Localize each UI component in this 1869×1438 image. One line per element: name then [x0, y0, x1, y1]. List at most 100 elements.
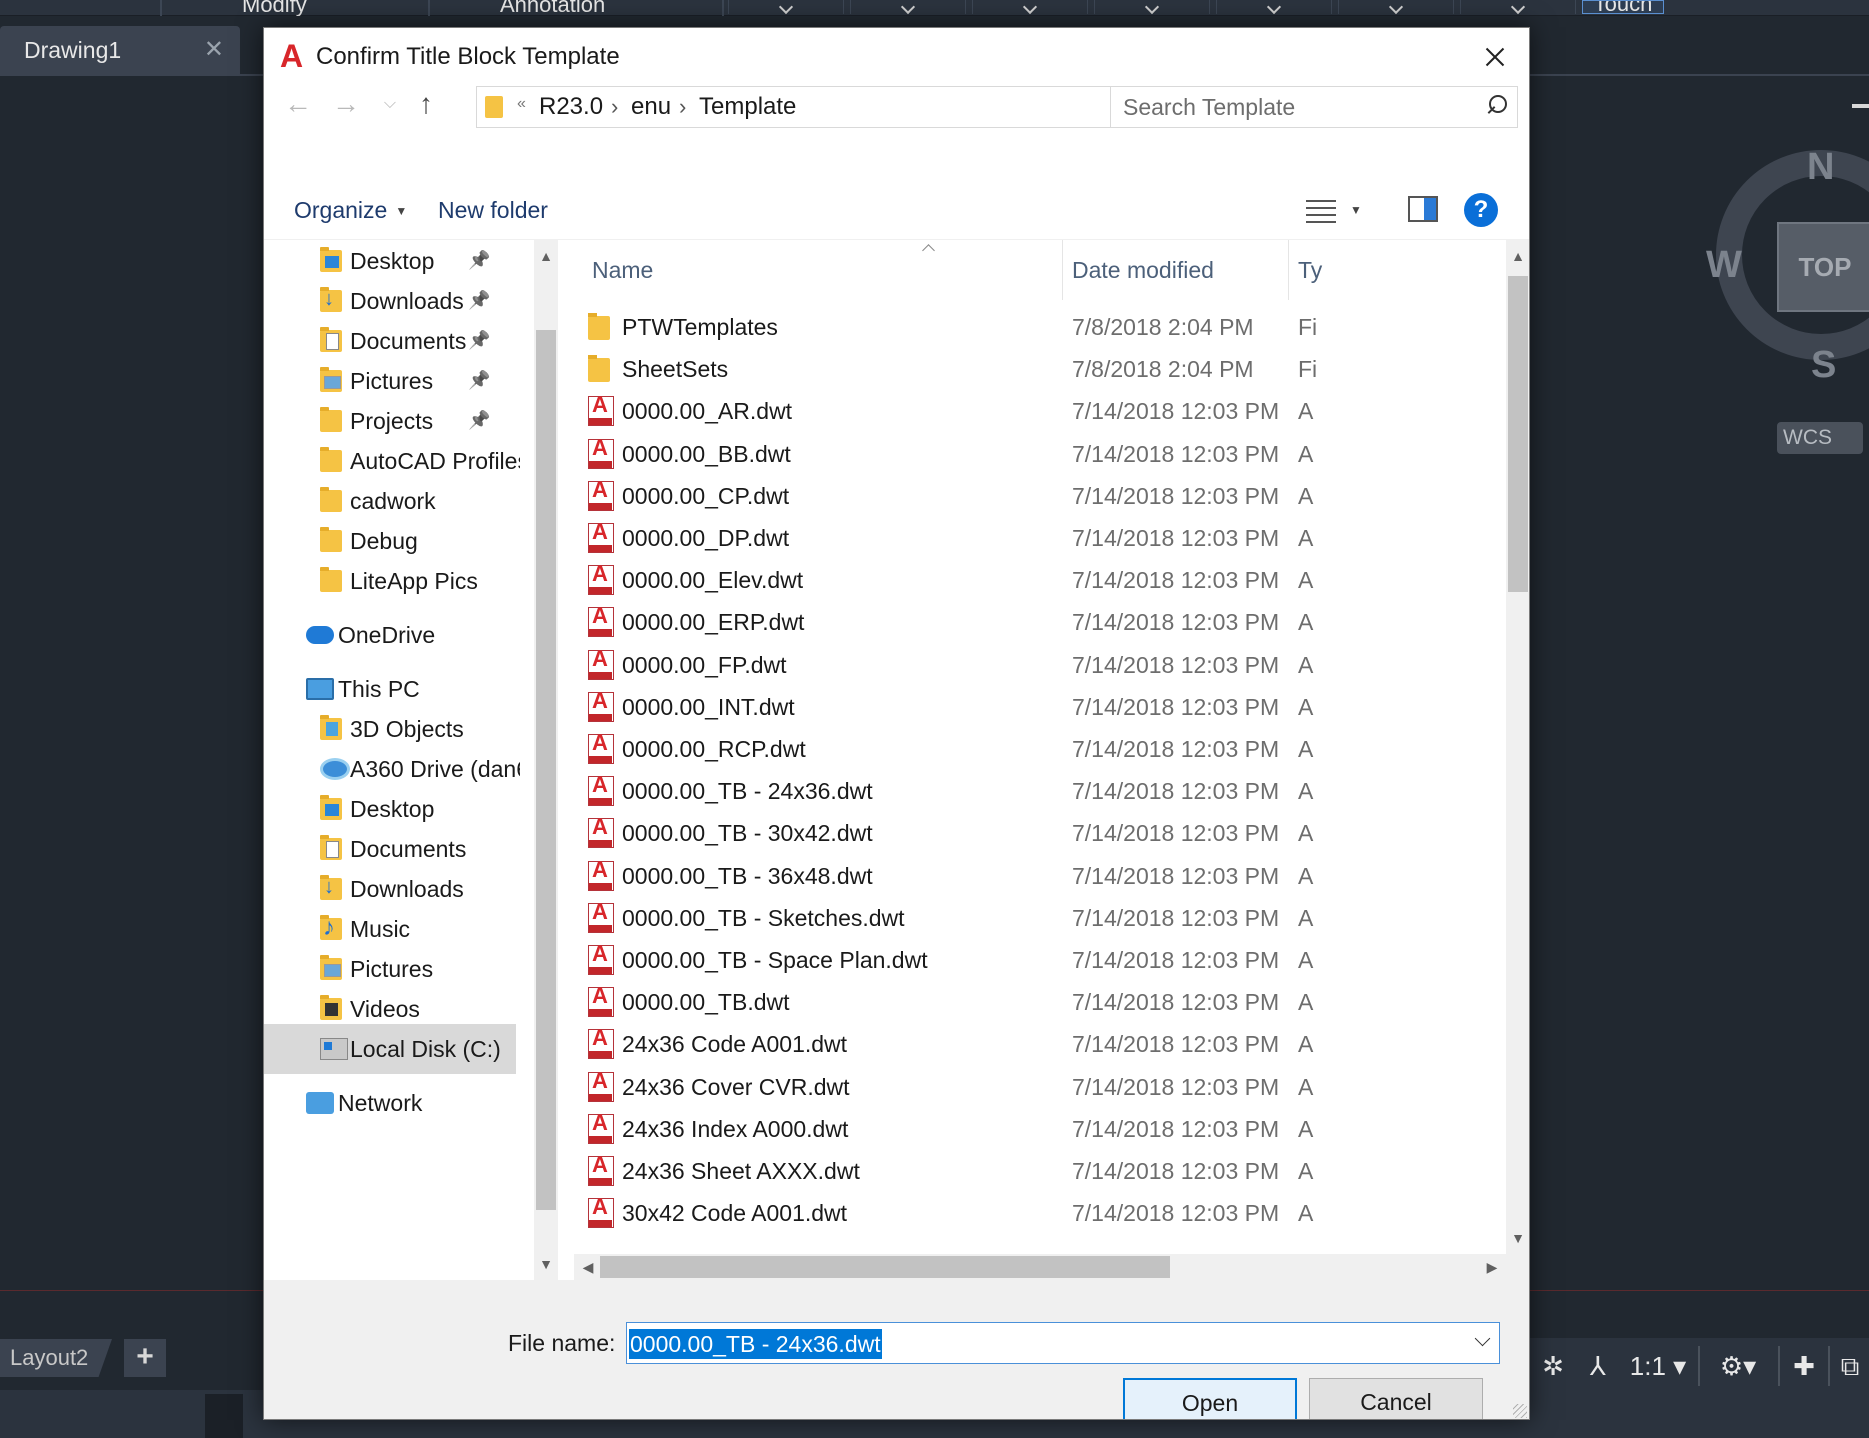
- ribbon-dropdown-button[interactable]: [1216, 0, 1332, 14]
- ribbon-group-annotation[interactable]: Annotation: [500, 0, 605, 16]
- sidebar-item-liteapp-pics[interactable]: LiteApp Pics: [264, 556, 516, 606]
- pin-icon[interactable]: 📌: [468, 370, 490, 392]
- add-layout-button[interactable]: +: [124, 1339, 166, 1377]
- table-row[interactable]: 0000.00_TB - Sketches.dwt 7/14/2018 12:03…: [574, 897, 1506, 939]
- table-row[interactable]: 0000.00_TB - 24x36.dwt 7/14/2018 12:03 PM…: [574, 770, 1506, 812]
- scroll-left-arrow-icon[interactable]: ◀: [576, 1255, 600, 1279]
- table-row[interactable]: 0000.00_Elev.dwt 7/14/2018 12:03 PM A: [574, 559, 1506, 601]
- viewcube-top-face[interactable]: TOP: [1777, 222, 1869, 312]
- breadcrumb-r23[interactable]: R23.0: [539, 87, 603, 127]
- recent-locations-chevron-icon[interactable]: ⌵: [372, 86, 408, 122]
- table-row[interactable]: 0000.00_DP.dwt 7/14/2018 12:03 PM A: [574, 517, 1506, 559]
- isolate-objects-icon[interactable]: ⧉: [1830, 1338, 1869, 1394]
- tab-layout2[interactable]: Layout2: [0, 1339, 112, 1377]
- new-folder-button[interactable]: New folder: [438, 180, 548, 240]
- table-row[interactable]: 24x36 Code A001.dwt 7/14/2018 12:03 PM A: [574, 1023, 1506, 1065]
- plus-icon[interactable]: ✚: [1782, 1338, 1826, 1394]
- dialog-close-button[interactable]: [1459, 28, 1529, 86]
- file-name-dropdown-icon[interactable]: [1469, 1323, 1499, 1363]
- resize-grip-icon[interactable]: [1513, 1404, 1527, 1418]
- touch-button[interactable]: Touch: [1582, 0, 1664, 14]
- document-tab-drawing1[interactable]: Drawing1 ✕: [0, 26, 240, 74]
- scroll-up-arrow-icon[interactable]: ▲: [534, 244, 558, 268]
- breadcrumb-overflow-icon[interactable]: «: [517, 95, 526, 113]
- search-icon[interactable]: [1485, 95, 1507, 117]
- table-row[interactable]: 0000.00_AR.dwt 7/14/2018 12:03 PM A: [574, 390, 1506, 432]
- help-icon[interactable]: ?: [1464, 193, 1498, 227]
- ribbon-dropdown-button[interactable]: [972, 0, 1088, 14]
- scroll-up-arrow-icon[interactable]: ▲: [1506, 244, 1529, 268]
- pin-icon[interactable]: 📌: [468, 250, 490, 272]
- table-row[interactable]: 0000.00_INT.dwt 7/14/2018 12:03 PM A: [574, 686, 1506, 728]
- table-row[interactable]: 24x36 Cover CVR.dwt 7/14/2018 12:03 PM A: [574, 1066, 1506, 1108]
- file-name-input[interactable]: 0000.00_TB - 24x36.dwt: [626, 1322, 1500, 1364]
- wcs-dropdown[interactable]: WCS: [1777, 422, 1863, 454]
- breadcrumb-chevron-icon[interactable]: ›: [679, 87, 686, 127]
- table-row[interactable]: 0000.00_TB.dwt 7/14/2018 12:03 PM A: [574, 981, 1506, 1023]
- table-row[interactable]: 0000.00_FP.dwt 7/14/2018 12:03 PM A: [574, 644, 1506, 686]
- sidebar-item-local-disk-c[interactable]: Local Disk (C:): [264, 1024, 516, 1074]
- table-row[interactable]: SheetSets 7/8/2018 2:04 PM Fi: [574, 348, 1506, 390]
- sidebar-item-network[interactable]: Network: [264, 1078, 516, 1128]
- scroll-down-arrow-icon[interactable]: ▼: [534, 1252, 558, 1276]
- scroll-right-arrow-icon[interactable]: ▶: [1480, 1255, 1504, 1279]
- table-row[interactable]: 0000.00_CP.dwt 7/14/2018 12:03 PM A: [574, 475, 1506, 517]
- scrollbar-thumb[interactable]: [600, 1256, 1170, 1278]
- viewcube-north[interactable]: N: [1807, 146, 1834, 189]
- column-divider[interactable]: [1062, 240, 1063, 300]
- column-divider[interactable]: [1288, 240, 1289, 300]
- close-icon[interactable]: ✕: [204, 26, 224, 74]
- ribbon-dropdown-button[interactable]: [850, 0, 966, 14]
- table-row[interactable]: 0000.00_TB - Space Plan.dwt 7/14/2018 12:…: [574, 939, 1506, 981]
- ribbon-dropdown-button[interactable]: [728, 0, 844, 14]
- minimize-dash-icon[interactable]: [1852, 104, 1869, 108]
- annotation-scale-dropdown[interactable]: 1:1 ▾: [1622, 1338, 1694, 1394]
- table-row[interactable]: 0000.00_RCP.dwt 7/14/2018 12:03 PM A: [574, 728, 1506, 770]
- file-list-horizontal-scrollbar[interactable]: ◀ ▶: [574, 1254, 1529, 1280]
- viewcube-south[interactable]: S: [1811, 344, 1836, 387]
- table-row[interactable]: 0000.00_TB - 30x42.dwt 7/14/2018 12:03 PM…: [574, 812, 1506, 854]
- up-arrow-icon[interactable]: ↑: [408, 86, 444, 122]
- search-input[interactable]: Search Template: [1110, 86, 1518, 128]
- cancel-button[interactable]: Cancel: [1309, 1378, 1483, 1419]
- ribbon-dropdown-button[interactable]: [1338, 0, 1454, 14]
- pin-icon[interactable]: 📌: [468, 410, 490, 432]
- sidebar-item-onedrive[interactable]: OneDrive: [264, 610, 516, 660]
- pane-splitter[interactable]: [558, 240, 574, 1280]
- breadcrumb-enu[interactable]: enu: [631, 87, 671, 127]
- scrollbar-thumb[interactable]: [536, 330, 556, 1210]
- forward-arrow-icon[interactable]: →: [328, 86, 364, 122]
- ribbon-group-modify[interactable]: Modify: [242, 0, 307, 16]
- column-type[interactable]: Ty: [1298, 240, 1322, 300]
- change-view-icon[interactable]: [1306, 198, 1336, 224]
- table-row[interactable]: 0000.00_BB.dwt 7/14/2018 12:03 PM A: [574, 433, 1506, 475]
- navigation-scrollbar[interactable]: ▲ ▼: [534, 240, 558, 1280]
- open-button[interactable]: Open: [1123, 1378, 1297, 1419]
- annotation-autoscale-icon[interactable]: ⅄: [1576, 1338, 1620, 1394]
- table-row[interactable]: 30x42 Code A001.dwt 7/14/2018 12:03 PM A: [574, 1192, 1506, 1234]
- breadcrumb-template[interactable]: Template: [699, 87, 796, 127]
- table-row[interactable]: 0000.00_TB - 36x48.dwt 7/14/2018 12:03 PM…: [574, 855, 1506, 897]
- scrollbar-thumb[interactable]: [1508, 276, 1528, 592]
- ribbon-dropdown-button[interactable]: [1094, 0, 1210, 14]
- preview-pane-icon[interactable]: [1408, 196, 1438, 222]
- view-dropdown-icon[interactable]: ▼: [1350, 180, 1362, 240]
- scroll-down-arrow-icon[interactable]: ▼: [1506, 1226, 1529, 1250]
- organize-button[interactable]: Organize ▼: [294, 180, 407, 240]
- pin-icon[interactable]: 📌: [468, 290, 490, 312]
- back-arrow-icon[interactable]: ←: [280, 86, 316, 122]
- table-row[interactable]: 24x36 Sheet AXXX.dwt 7/14/2018 12:03 PM A: [574, 1150, 1506, 1192]
- column-name[interactable]: Name: [592, 240, 653, 300]
- breadcrumb-chevron-icon[interactable]: ›: [611, 87, 618, 127]
- table-row[interactable]: PTWTemplates 7/8/2018 2:04 PM Fi: [574, 306, 1506, 348]
- annotation-visibility-icon[interactable]: ✲: [1530, 1338, 1576, 1394]
- table-row[interactable]: 0000.00_ERP.dwt 7/14/2018 12:03 PM A: [574, 601, 1506, 643]
- ribbon-dropdown-button[interactable]: [1460, 0, 1576, 14]
- column-date-modified[interactable]: Date modified: [1072, 240, 1214, 300]
- file-list-vertical-scrollbar[interactable]: ▲ ▼: [1506, 240, 1529, 1254]
- pin-icon[interactable]: 📌: [468, 330, 490, 352]
- file-name-value[interactable]: 0000.00_TB - 24x36.dwt: [629, 1329, 882, 1359]
- viewcube-west[interactable]: W: [1706, 244, 1742, 287]
- table-row[interactable]: 24x36 Index A000.dwt 7/14/2018 12:03 PM A: [574, 1108, 1506, 1150]
- workspace-gear-icon[interactable]: ⚙▾: [1702, 1338, 1774, 1394]
